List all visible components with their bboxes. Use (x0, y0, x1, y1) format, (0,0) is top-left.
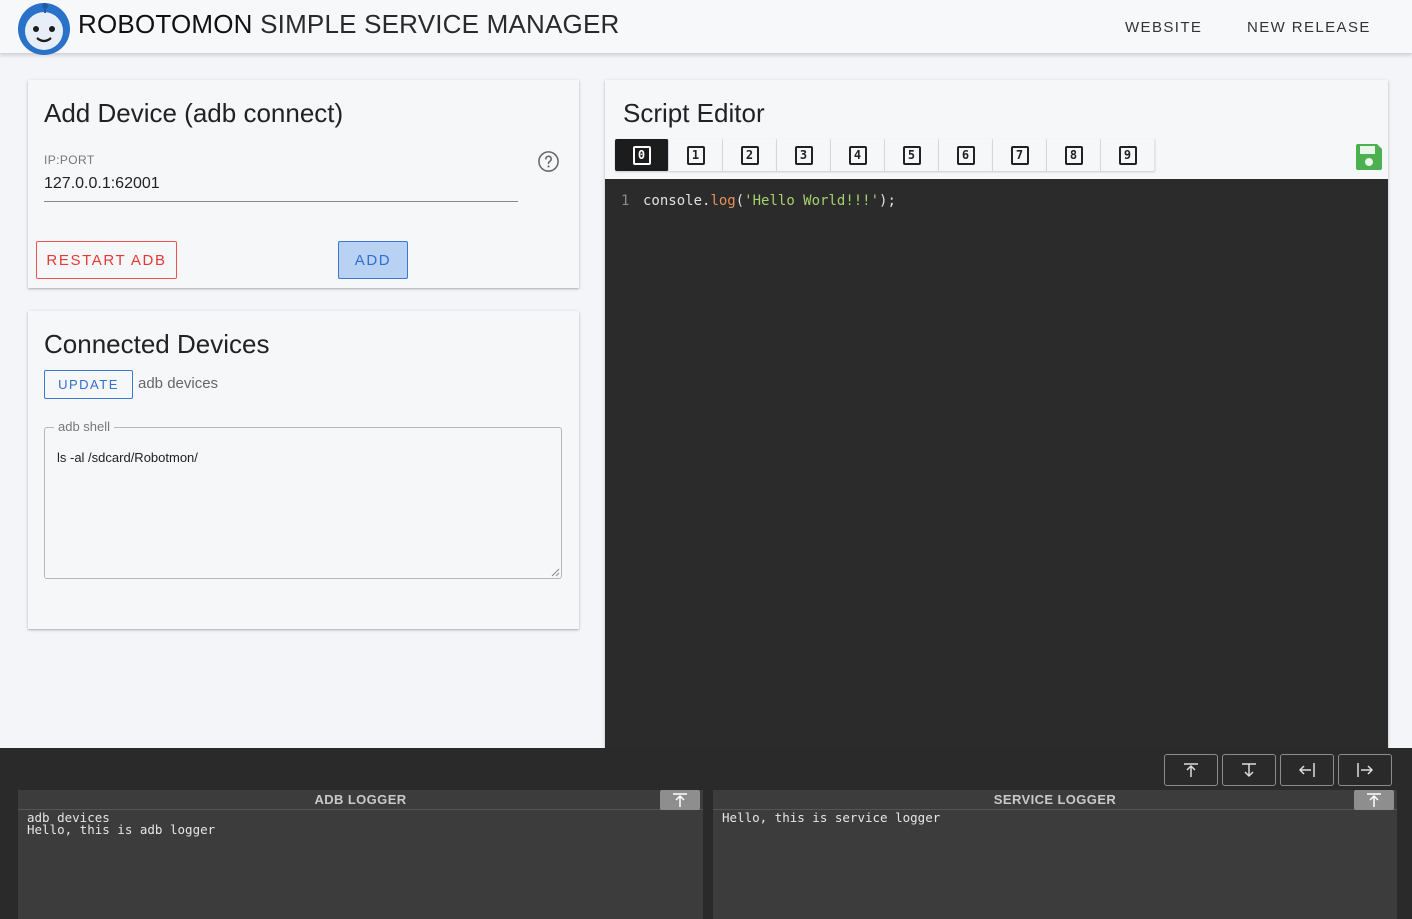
arrow-up-icon (673, 793, 687, 807)
script-tab-4[interactable]: 4 (831, 139, 885, 171)
nav-website-link[interactable]: WEBSITE (1125, 19, 1202, 36)
adb-shell-textarea[interactable]: ls -al /sdcard/Robotmon/ (46, 440, 560, 576)
code-line: console.log('Hello World!!!'); (643, 193, 896, 209)
script-tab-0[interactable]: 0 (615, 139, 669, 171)
script-tab-6[interactable]: 6 (939, 139, 993, 171)
service-logger-title: SERVICE LOGGER (713, 790, 1397, 810)
code-function: log (710, 193, 736, 209)
service-logger-upload-button[interactable] (1354, 790, 1394, 810)
script-tab-7[interactable]: 7 (993, 139, 1047, 171)
code-editor[interactable]: 1 console.log('Hello World!!!'); (605, 179, 1388, 748)
update-hint-text: adb devices (138, 375, 219, 392)
panel-down-button[interactable] (1222, 754, 1276, 786)
resize-grip-icon[interactable] (551, 568, 560, 577)
script-tab-2[interactable]: 2 (723, 139, 777, 171)
update-button[interactable]: UPDATE (44, 370, 133, 399)
robot-logo (18, 3, 70, 55)
connected-devices-card: Connected Devices UPDATE adb devices adb… (28, 311, 579, 629)
adb-logger: ADB LOGGER adb devices Hello, this is ad… (18, 790, 703, 919)
tab-number: 7 (1010, 145, 1029, 165)
tab-number: 6 (956, 145, 975, 165)
tab-number: 3 (794, 145, 813, 165)
add-device-title: Add Device (adb connect) (44, 98, 344, 128)
adb-logger-output: adb devices Hello, this is adb logger (27, 810, 216, 837)
adb-logger-title: ADB LOGGER (18, 790, 703, 810)
panel-up-button[interactable] (1164, 754, 1218, 786)
app-title-rest: SIMPLE SERVICE MANAGER (260, 9, 620, 39)
adb-shell-legend: adb shell (54, 419, 115, 434)
arrow-left-icon (1298, 763, 1315, 777)
connected-devices-title: Connected Devices (44, 329, 270, 359)
script-tab-3[interactable]: 3 (777, 139, 831, 171)
arrow-up-icon (1367, 793, 1381, 807)
save-icon[interactable] (1354, 142, 1384, 172)
script-tab-1[interactable]: 1 (669, 139, 723, 171)
code-open-paren: ( (735, 193, 745, 209)
add-device-button[interactable]: ADD (338, 241, 408, 279)
ip-port-label: IP:PORT (44, 153, 95, 167)
adb-logger-upload-button[interactable] (660, 790, 700, 810)
service-logger: SERVICE LOGGER Hello, this is service lo… (713, 790, 1397, 919)
script-tabs: 0 1 2 3 4 5 6 7 8 9 (615, 139, 1155, 171)
code-string: 'Hello World!!!' (744, 193, 880, 209)
line-number: 1 (621, 193, 630, 209)
tab-number: 8 (1064, 145, 1083, 165)
script-tab-8[interactable]: 8 (1047, 139, 1101, 171)
tab-number: 9 (1118, 145, 1137, 165)
script-editor-card: Script Editor 0 1 2 3 4 5 6 7 8 9 1 cons… (605, 80, 1388, 748)
app-title-strong: ROBOTOMON (78, 9, 253, 39)
arrow-down-icon (1242, 763, 1256, 778)
app-title: ROBOTOMON SIMPLE SERVICE MANAGER (78, 9, 619, 40)
logger-panel: ADB LOGGER adb devices Hello, this is ad… (0, 748, 1412, 919)
tab-number: 5 (902, 145, 921, 165)
panel-left-button[interactable] (1280, 754, 1334, 786)
code-close: ); (879, 193, 896, 209)
tab-number: 0 (632, 145, 651, 165)
restart-adb-button[interactable]: RESTART ADB (36, 241, 177, 279)
panel-right-button[interactable] (1338, 754, 1392, 786)
ip-port-input[interactable] (44, 172, 518, 202)
adb-shell-field: adb shell ls -al /sdcard/Robotmon/ (44, 419, 562, 579)
script-tab-5[interactable]: 5 (885, 139, 939, 171)
top-bar: ROBOTOMON SIMPLE SERVICE MANAGER WEBSITE… (0, 0, 1412, 55)
script-tab-9[interactable]: 9 (1101, 139, 1155, 171)
arrow-up-icon (1184, 763, 1198, 777)
help-circle-icon[interactable] (537, 150, 560, 173)
tab-number: 4 (848, 145, 867, 165)
tab-number: 2 (740, 145, 759, 165)
service-logger-output: Hello, this is service logger (722, 810, 941, 825)
script-editor-title: Script Editor (623, 98, 765, 128)
arrow-right-icon (1357, 763, 1374, 777)
tab-number: 1 (686, 145, 705, 165)
code-object: console. (643, 193, 711, 209)
add-device-card: Add Device (adb connect) IP:PORT RESTART… (28, 80, 579, 288)
nav-new-release-link[interactable]: NEW RELEASE (1247, 19, 1371, 36)
